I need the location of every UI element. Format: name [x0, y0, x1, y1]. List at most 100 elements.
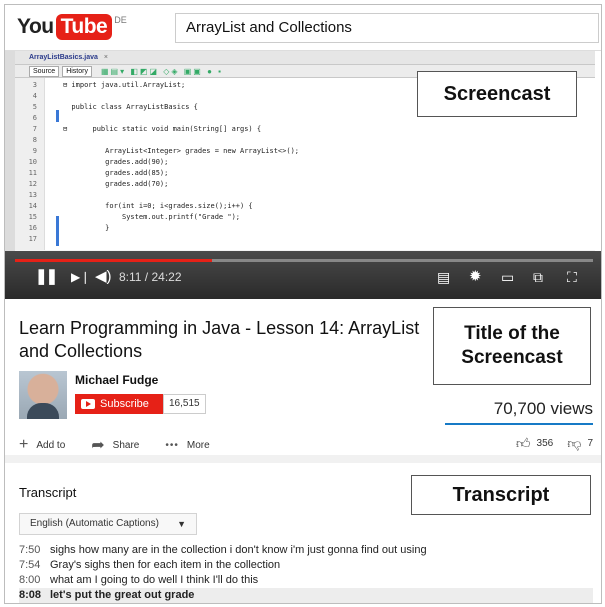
video-player[interactable]: ArrayListBasics.java × Source History ▦▤▾…: [5, 51, 601, 299]
ide-source-tab: Source: [29, 65, 60, 77]
channel-name[interactable]: Michael Fudge: [75, 373, 158, 387]
share-button[interactable]: ➦ Share: [91, 435, 139, 455]
like-count: 356: [536, 438, 554, 449]
transcript-line[interactable]: 8:08 let's put the great out grade: [19, 588, 593, 603]
line-number: 6: [32, 114, 37, 122]
ide-file-tab-label: ArrayListBasics.java: [29, 54, 98, 61]
code-text: ⊟ public static void main(String[] args)…: [63, 125, 262, 133]
action-bar: + Add to ➦ Share ••• More: [19, 435, 236, 455]
transcript-timestamp: 7:54: [19, 559, 41, 571]
line-number: 17: [28, 235, 37, 243]
add-to-button[interactable]: + Add to: [19, 436, 65, 454]
code-line: 9 ArrayList<Integer> grades = new ArrayL…: [15, 146, 575, 156]
fullscreen-icon[interactable]: ⛶: [567, 267, 577, 287]
subscribe-label: Subscribe: [100, 398, 149, 410]
line-number: 5: [32, 103, 37, 111]
share-label: Share: [112, 439, 140, 451]
transcript-text: what am I going to do well I think I'll …: [50, 574, 259, 586]
transcript-annotation: Transcript: [411, 475, 591, 515]
line-number: 3: [32, 81, 37, 89]
logo-region: DE: [114, 15, 127, 25]
video-info: Learn Programming in Java - Lesson 14: A…: [5, 299, 601, 463]
line-number: 9: [32, 147, 37, 155]
transcript-text: Gray's sighs then for each item in the c…: [50, 559, 281, 571]
transcript-line[interactable]: 7:54 Gray's sighs then for each item in t…: [19, 558, 593, 573]
screencast-annotation: Screencast: [417, 71, 577, 117]
line-number: 13: [28, 191, 37, 199]
theater-mode-icon[interactable]: ▭: [501, 267, 514, 287]
code-line: 13: [15, 190, 575, 200]
ide-tab-close-icon: ×: [103, 54, 108, 61]
code-line: 14 for(int i=0; i<grades.size();i++) {: [15, 201, 575, 211]
code-text: ⊟ import java.util.ArrayList;: [63, 81, 186, 89]
transcript-line[interactable]: 8:00 what am I going to do well I think I…: [19, 573, 593, 588]
pause-icon[interactable]: ❚❚: [35, 267, 58, 287]
subscriber-count: 16,515: [163, 394, 206, 414]
time-display: 8:11 / 24:22: [119, 270, 182, 284]
caption-language-value: English (Automatic Captions): [30, 518, 159, 529]
ide-toolbar-icons: ▦▤▾ ◧◩◪ ◇◈ ▣▣ ● ▪: [100, 66, 223, 76]
transcript-timestamp: 7:50: [19, 544, 41, 556]
line-number: 7: [32, 125, 37, 133]
subscribe-button[interactable]: Subscribe: [75, 394, 163, 414]
transcript-lines: 7:50 sighs how many are in the collection…: [19, 543, 593, 603]
code-line: 7 ⊟ public static void main(String[] args…: [15, 124, 575, 134]
line-number: 4: [32, 92, 37, 100]
add-to-label: Add to: [36, 439, 66, 451]
code-text: grades.add(70);: [63, 180, 169, 188]
code-text: ArrayList<Integer> grades = new ArrayLis…: [63, 147, 300, 155]
settings-gear-icon[interactable]: ✹: [469, 267, 482, 287]
masthead: You Tube DE ArrayList and Collections: [5, 5, 601, 51]
code-line: 12 grades.add(70);: [15, 179, 575, 189]
like-ratio-bar: [445, 423, 593, 425]
next-icon[interactable]: ▶❘: [71, 267, 90, 287]
cast-icon[interactable]: ⧉: [533, 267, 543, 287]
youtube-play-icon: [81, 399, 95, 409]
code-line: 8: [15, 135, 575, 145]
code-text: for(int i=0; i<grades.size();i++) {: [63, 202, 253, 210]
logo-you-text: You: [17, 15, 54, 38]
thumbs-down-icon[interactable]: 👎︎: [567, 435, 581, 452]
more-button[interactable]: ••• More: [165, 440, 209, 451]
view-count: 70,700 views: [493, 399, 593, 418]
dislike-count: 7: [587, 438, 593, 449]
line-number: 16: [28, 224, 37, 232]
volume-icon[interactable]: ◀): [95, 267, 112, 287]
plus-icon: +: [19, 436, 29, 453]
code-line: 16 }: [15, 223, 575, 233]
transcript-text: sighs how many are in the collection i d…: [50, 544, 427, 556]
code-text: System.out.printf("Grade ");: [63, 213, 241, 221]
code-text: grades.add(90);: [63, 158, 169, 166]
title-annotation: Title of the Screencast: [433, 307, 591, 385]
captions-icon[interactable]: ▤: [437, 267, 450, 287]
line-number: 15: [28, 213, 37, 221]
player-controls: ❚❚ ▶❘ ◀) 8:11 / 24:22 ▤ ✹ ▭ ⧉ ⛶: [5, 251, 601, 299]
code-text: grades.add(85);: [63, 169, 169, 177]
code-line: 11 grades.add(85);: [15, 168, 575, 178]
caret-down-icon: ▼: [177, 519, 186, 529]
search-input[interactable]: ArrayList and Collections: [175, 13, 599, 43]
more-dots-icon: •••: [165, 439, 179, 451]
avatar[interactable]: [19, 371, 67, 419]
caption-language-select[interactable]: English (Automatic Captions) ▼: [19, 513, 197, 535]
transcript-panel: Transcript Transcript English (Automatic…: [5, 471, 601, 603]
ide-history-tab: History: [62, 65, 92, 77]
thumbs-up-icon[interactable]: 👍︎: [516, 435, 531, 452]
line-number: 11: [28, 169, 37, 177]
transcript-timestamp: 8:00: [19, 574, 41, 586]
transcript-line[interactable]: 7:50 sighs how many are in the collection…: [19, 543, 593, 558]
video-title: Learn Programming in Java - Lesson 14: A…: [19, 318, 420, 361]
share-arrow-icon: ➦: [91, 437, 105, 454]
line-number: 12: [28, 180, 37, 188]
line-number: 10: [28, 158, 37, 166]
logo-tube-text: Tube: [55, 14, 113, 40]
youtube-logo[interactable]: You Tube DE: [17, 14, 127, 40]
progress-fill: [15, 259, 212, 262]
code-line: 17: [15, 234, 575, 244]
progress-bar[interactable]: [15, 259, 593, 262]
like-dislike: 👍︎ 356 👎︎ 7: [516, 435, 593, 452]
code-text: }: [63, 224, 110, 232]
transcript-text: let's put the great out grade: [50, 589, 195, 601]
code-line: 15 System.out.printf("Grade ");: [15, 212, 575, 222]
transcript-heading: Transcript: [19, 485, 77, 500]
